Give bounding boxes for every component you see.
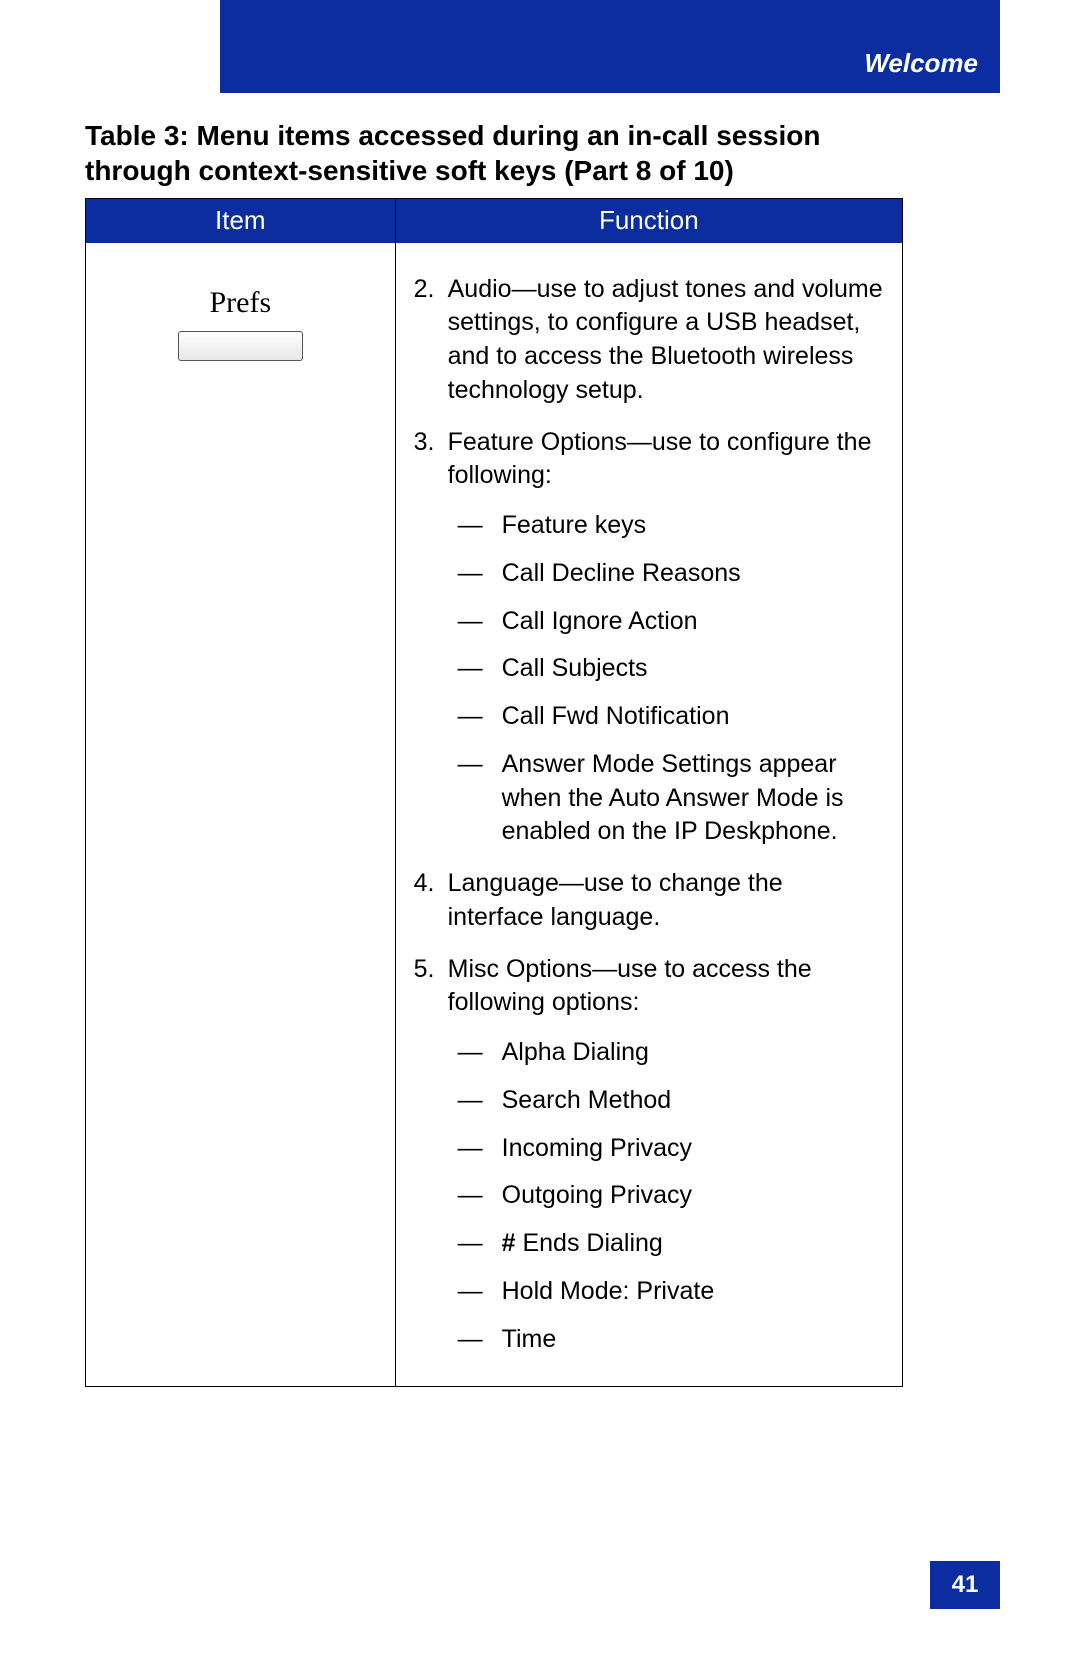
function-item: 5.Misc Options—use to access the followi… <box>414 953 884 1357</box>
sublist: —Feature keys—Call Decline Reasons—Call … <box>448 509 884 849</box>
page-number: 41 <box>930 1561 1000 1609</box>
section-title: Welcome <box>864 48 978 79</box>
table-caption: Table 3: Menu items accessed during an i… <box>85 118 915 188</box>
menu-table: Item Function Prefs 2.Audio—use to adjus… <box>85 198 903 1387</box>
sublist-item: —Alpha Dialing <box>458 1036 884 1070</box>
sublist-text: Call Ignore Action <box>502 605 698 639</box>
dash-icon: — <box>458 605 502 639</box>
prefs-label: Prefs <box>104 283 377 324</box>
sublist-item: —Answer Mode Settings appear when the Au… <box>458 748 884 849</box>
dash-icon: — <box>458 1132 502 1166</box>
function-item: 3.Feature Options—use to configure the f… <box>414 426 884 850</box>
item-text: Language—use to change the interface lan… <box>448 867 884 935</box>
dash-icon: — <box>458 652 502 686</box>
sublist-text: Incoming Privacy <box>502 1132 692 1166</box>
item-text: Misc Options—use to access the following… <box>448 953 884 1357</box>
dash-icon: — <box>458 509 502 543</box>
sublist-item: —Incoming Privacy <box>458 1132 884 1166</box>
sublist-text: Search Method <box>502 1084 672 1118</box>
sublist-text: Outgoing Privacy <box>502 1179 692 1213</box>
sublist-item: —Time <box>458 1323 884 1357</box>
sublist-text: Time <box>502 1323 557 1357</box>
table-header-row: Item Function <box>86 199 903 243</box>
header-bar: Welcome <box>220 0 1000 93</box>
dash-icon: — <box>458 1323 502 1357</box>
sublist-item: —Call Ignore Action <box>458 605 884 639</box>
dash-icon: — <box>458 1036 502 1070</box>
sublist-text: Answer Mode Settings appear when the Aut… <box>502 748 884 849</box>
item-text: Audio—use to adjust tones and volume set… <box>448 273 884 408</box>
dash-icon: — <box>458 700 502 734</box>
sublist: —Alpha Dialing—Search Method—Incoming Pr… <box>448 1036 884 1356</box>
dash-icon: — <box>458 557 502 591</box>
sublist-item: —Call Decline Reasons <box>458 557 884 591</box>
item-number: 3. <box>414 426 448 850</box>
softkey-button[interactable] <box>178 331 303 361</box>
dash-icon: — <box>458 748 502 849</box>
dash-icon: — <box>458 1179 502 1213</box>
function-cell: 2.Audio—use to adjust tones and volume s… <box>395 243 902 1387</box>
sublist-item: —Hold Mode: Private <box>458 1275 884 1309</box>
column-header-function: Function <box>395 199 902 243</box>
item-number: 5. <box>414 953 448 1357</box>
sublist-text: Hold Mode: Private <box>502 1275 715 1309</box>
sublist-text: Call Decline Reasons <box>502 557 741 591</box>
sublist-item: —Call Subjects <box>458 652 884 686</box>
sublist-text: Alpha Dialing <box>502 1036 649 1070</box>
dash-icon: — <box>458 1227 502 1261</box>
sublist-text: Call Subjects <box>502 652 648 686</box>
function-item: 2.Audio—use to adjust tones and volume s… <box>414 273 884 408</box>
item-cell: Prefs <box>86 243 396 1387</box>
sublist-item: —Feature keys <box>458 509 884 543</box>
sublist-item: —Outgoing Privacy <box>458 1179 884 1213</box>
item-number: 2. <box>414 273 448 408</box>
item-number: 4. <box>414 867 448 935</box>
sublist-item: —# Ends Dialing <box>458 1227 884 1261</box>
dash-icon: — <box>458 1084 502 1118</box>
sublist-text: Feature keys <box>502 509 647 543</box>
column-header-item: Item <box>86 199 396 243</box>
sublist-item: —Search Method <box>458 1084 884 1118</box>
item-text: Feature Options—use to configure the fol… <box>448 426 884 850</box>
sublist-text: Call Fwd Notification <box>502 700 730 734</box>
sublist-item: —Call Fwd Notification <box>458 700 884 734</box>
function-item: 4.Language—use to change the interface l… <box>414 867 884 935</box>
sublist-text: # Ends Dialing <box>502 1227 663 1261</box>
dash-icon: — <box>458 1275 502 1309</box>
table-row: Prefs 2.Audio—use to adjust tones and vo… <box>86 243 903 1387</box>
